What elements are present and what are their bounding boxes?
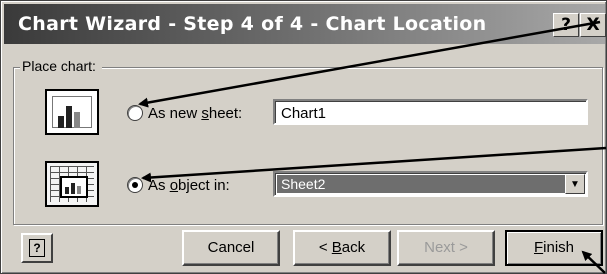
title-bar[interactable]: Chart Wizard - Step 4 of 4 - Chart Locat…	[4, 4, 606, 44]
chart-wizard-dialog: Chart Wizard - Step 4 of 4 - Chart Locat…	[0, 0, 607, 274]
back-button[interactable]: < Back	[293, 230, 391, 266]
window-title: Chart Wizard - Step 4 of 4 - Chart Locat…	[18, 13, 487, 35]
chart-sheet-icon	[45, 89, 99, 135]
close-button[interactable]: X	[580, 13, 606, 37]
help-icon: ?	[29, 239, 45, 257]
place-chart-label: Place chart:	[20, 58, 102, 74]
embedded-chart-icon	[45, 161, 99, 207]
new-sheet-name-input[interactable]: Chart1	[273, 99, 588, 125]
cancel-button[interactable]: Cancel	[182, 230, 280, 266]
as-object-in-radio[interactable]	[127, 177, 143, 193]
title-help-button[interactable]: ?	[553, 13, 579, 37]
dropdown-arrow-icon[interactable]: ▼	[565, 174, 585, 194]
object-sheet-select[interactable]: Sheet2 ▼	[273, 171, 588, 197]
as-new-sheet-radio[interactable]	[127, 105, 143, 121]
as-new-sheet-label[interactable]: As new sheet:	[148, 105, 242, 122]
radio-selected-dot	[132, 182, 138, 188]
as-object-in-label[interactable]: As object in:	[148, 177, 230, 194]
finish-button[interactable]: Finish	[505, 230, 603, 266]
next-button[interactable]: Next >	[397, 230, 495, 266]
help-button[interactable]: ?	[21, 233, 53, 263]
place-chart-group	[13, 67, 603, 225]
object-sheet-select-value: Sheet2	[277, 175, 566, 193]
